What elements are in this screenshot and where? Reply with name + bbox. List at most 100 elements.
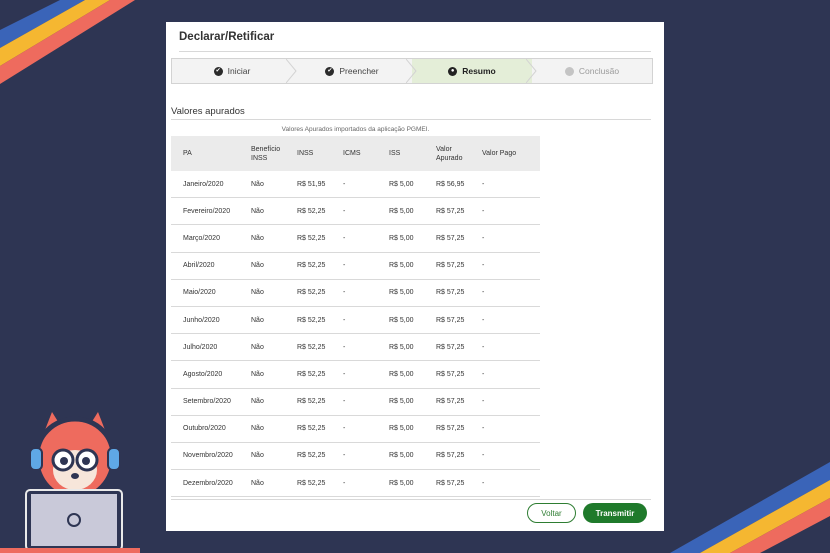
table-row: Abril/2020 Não R$ 52,25- R$ 5,00 R$ 57,25- [171,252,540,280]
step-separator-icon [526,59,537,83]
back-button[interactable]: Voltar [527,503,576,523]
table-cell: Não [245,388,291,416]
table-cell: R$ 52,25 [291,197,337,226]
table-cell: - [476,171,540,199]
table-row: Março/2020 Não R$ 52,25- R$ 5,00 R$ 57,25- [171,224,540,253]
table-cell: Não [245,360,291,389]
table-cell: - [476,415,540,443]
table-cell: - [337,279,383,307]
table-cell: Maio/2020 [171,279,245,307]
table-cell: - [476,224,540,253]
table-cell: Outubro/2020 [171,415,245,443]
table-row: Agosto/2020 Não R$ 52,25- R$ 5,00 R$ 57,25- [171,360,540,389]
declaration-panel: Declarar/Retificar ✔ Iniciar ✔ Preencher… [166,22,664,531]
table-cell: Não [245,224,291,253]
column-header: ISS [383,136,430,171]
table-cell: - [337,171,383,199]
step-separator-icon [406,59,417,83]
table-cell: R$ 52,25 [291,442,337,471]
table-header-row: PA Benefício INSS INSS ICMS ISS Valor Ap… [171,136,540,171]
step-iniciar[interactable]: ✔ Iniciar [172,59,292,83]
table-cell: Agosto/2020 [171,360,245,389]
table-cell: Março/2020 [171,224,245,253]
table-cell: - [337,415,383,443]
table-cell: Janeiro/2020 [171,171,245,199]
table-cell: R$ 5,00 [383,306,430,335]
table-row: Setembro/2020 Não R$ 52,25- R$ 5,00 R$ 57,25… [171,388,540,416]
table-row: Dezembro/2020 Não R$ 52,25- R$ 5,00 R$ 57,25… [171,469,540,498]
table-cell: R$ 56,95 [430,171,476,199]
column-header: Valor Pago [476,136,540,171]
step-separator-icon [286,59,297,83]
table-cell: - [337,442,383,471]
table-cell: Não [245,279,291,307]
divider [171,499,651,500]
table-cell: R$ 52,25 [291,360,337,389]
transmit-button[interactable]: Transmitir [583,503,647,523]
table-cell: - [337,197,383,226]
table-cell: Não [245,333,291,362]
table-cell: R$ 57,25 [430,333,476,362]
table-cell: Dezembro/2020 [171,469,245,498]
table-cell: R$ 5,00 [383,442,430,471]
table-cell: R$ 52,25 [291,388,337,416]
table-cell: Não [245,197,291,226]
step-label: Preencher [339,66,379,76]
table-cell: R$ 5,00 [383,197,430,226]
table-row: Fevereiro/2020 Não R$ 52,25- R$ 5,00 R$ 57,2… [171,197,540,226]
table-cell: R$ 5,00 [383,333,430,362]
step-label: Conclusão [578,66,620,76]
table-cell: R$ 5,00 [383,224,430,253]
table-cell: R$ 52,25 [291,279,337,307]
table-cell: - [337,252,383,280]
table-row: Junho/2020 Não R$ 52,25- R$ 5,00 R$ 57,25- [171,306,540,335]
step-label: Resumo [462,66,496,76]
table-cell: - [337,333,383,362]
page-title: Declarar/Retificar [179,22,651,52]
table-cell: - [476,252,540,280]
table-cell: - [476,306,540,335]
column-header: INSS [291,136,337,171]
table-cell: R$ 5,00 [383,279,430,307]
dot-circle-icon: ● [448,66,458,76]
table-cell: R$ 5,00 [383,252,430,280]
table-cell: Fevereiro/2020 [171,197,245,226]
table-cell: R$ 57,25 [430,415,476,443]
table-cell: - [337,306,383,335]
table-cell: R$ 57,25 [430,197,476,226]
section-title: Valores apurados [171,106,651,120]
table-cell: Não [245,306,291,335]
decorative-stripes-top-left [0,0,135,84]
table-cell: Junho/2020 [171,306,245,335]
table-cell: R$ 52,25 [291,415,337,443]
table-cell: - [476,279,540,307]
table-cell: Não [245,442,291,471]
column-header: PA [171,136,245,171]
table-cell: R$ 5,00 [383,360,430,389]
table-cell: R$ 5,00 [383,171,430,199]
table-cell: Não [245,469,291,498]
column-header: Valor Apurado [430,136,476,171]
table-cell: R$ 5,00 [383,415,430,443]
table-cell: Não [245,415,291,443]
table-cell: Setembro/2020 [171,388,245,416]
table-cell: - [337,360,383,389]
table-row: Maio/2020 Não R$ 52,25- R$ 5,00 R$ 57,25- [171,279,540,307]
table-cell: R$ 57,25 [430,469,476,498]
table-row: Novembro/2020 Não R$ 52,25- R$ 5,00 R$ 57,25… [171,442,540,471]
column-header: Benefício INSS [245,136,291,171]
table-cell: R$ 57,25 [430,306,476,335]
table-cell: R$ 52,25 [291,224,337,253]
table-cell: R$ 51,95 [291,171,337,199]
table-cell: - [476,388,540,416]
table-cell: - [337,224,383,253]
table-cell: - [476,442,540,471]
table-cell: Não [245,252,291,280]
table-cell: - [476,469,540,498]
table-cell: - [337,388,383,416]
table-cell: R$ 57,25 [430,224,476,253]
step-resumo[interactable]: ● Resumo [412,59,532,83]
table-cell: R$ 57,25 [430,388,476,416]
table-cell: - [476,333,540,362]
step-preencher[interactable]: ✔ Preencher [292,59,412,83]
